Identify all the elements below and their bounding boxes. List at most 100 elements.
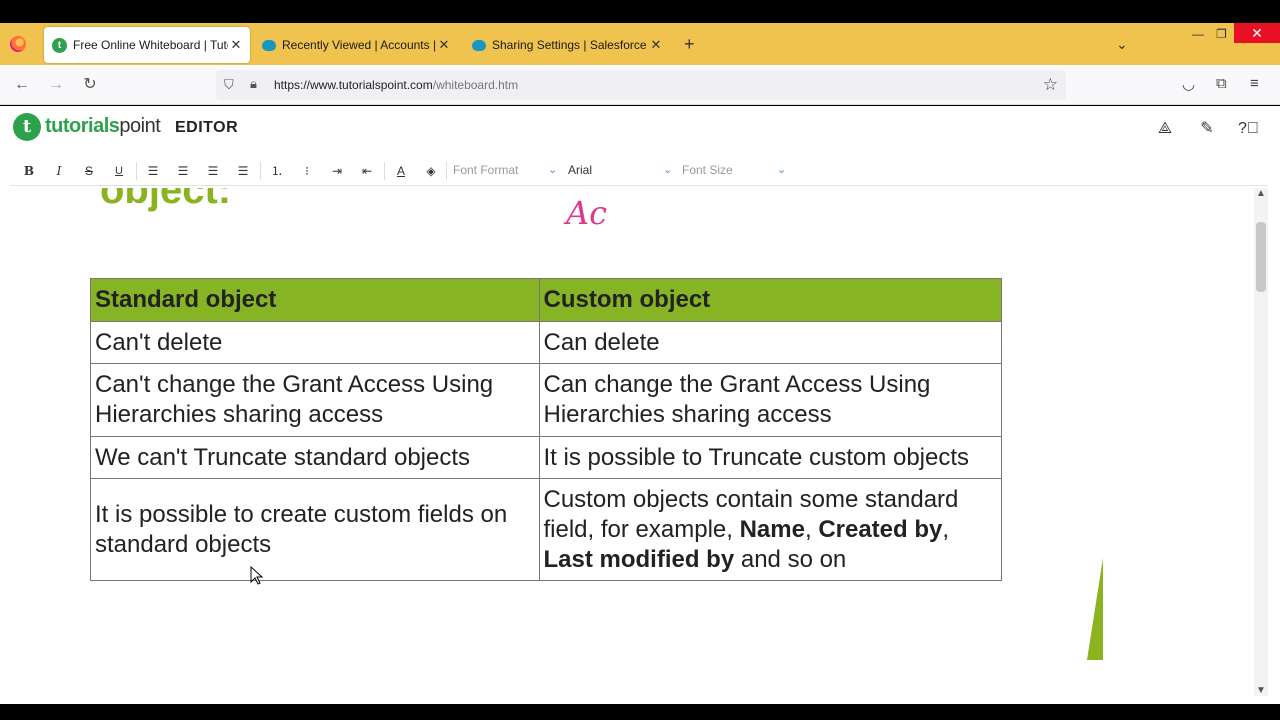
chevron-down-icon[interactable]: ⌄ [777,163,786,176]
url-path: /whiteboard.htm [432,78,519,92]
reload-icon[interactable]: ↻ [79,74,101,96]
editor-toolbar: B I S U ☰ ☰ ☰ ☰ ⒈ ⁝ ⇥ ⇤ A ◈ Font Format … [10,156,1268,186]
table-row: It is possible to create custom fields o… [90,478,1002,581]
cell-bold-text: Last modified by [543,545,735,573]
toolbar-divider [136,162,137,180]
handwritten-annotation: Ac [566,194,608,232]
pocket-icon[interactable]: ◡ [1182,75,1195,93]
column-header-custom: Custom object [538,278,1002,322]
indent-icon[interactable]: ⇥ [326,162,348,180]
tab-accounts[interactable]: Recently Viewed | Accounts | Sa ✕ [254,27,458,63]
cell-text: , [804,515,819,543]
lock-icon[interactable]: 🔒︎ [250,76,257,92]
align-center-icon[interactable]: ☰ [172,162,194,180]
mouse-cursor-icon [250,566,264,585]
extensions-icon[interactable]: ⧉ [1216,75,1227,92]
tab-whiteboard[interactable]: t Free Online Whiteboard | Tutori ✕ [44,27,250,63]
vertical-scrollbar[interactable]: ▲ ▼ [1254,188,1268,696]
partial-heading: object: [100,188,232,212]
tab-sharing-settings[interactable]: Sharing Settings | Salesforce ✕ [464,27,670,63]
green-shape [1087,558,1103,660]
page-title: EDITOR [175,119,239,136]
chevron-down-icon[interactable]: ⌄ [548,163,557,176]
align-left-icon[interactable]: ☰ [142,162,164,180]
edit-icon[interactable]: ✎ [1197,119,1217,139]
font-format-select[interactable]: Font Format [453,163,518,179]
help-icon[interactable]: ?⃞ [1238,119,1259,139]
font-family-select[interactable]: Arial [568,163,592,179]
logo-suffix: point [119,115,161,137]
table-row: We can't Truncate standard objects It is… [90,436,1002,479]
forward-arrow-icon[interactable]: → [45,74,67,96]
toolbar-divider [446,162,447,180]
tab-title: Sharing Settings | Salesforce [492,38,647,52]
bold-button[interactable]: B [18,162,40,180]
chevron-down-icon[interactable]: ⌄ [663,163,672,176]
table-cell: It is possible to create custom fields o… [90,478,540,581]
url-host: https://www.tutorialspoint.com [274,78,433,92]
web-page: t tutorialspoint EDITOR ⟁ ✎ ?⃞ B I S U ☰… [0,106,1280,704]
align-right-icon[interactable]: ☰ [202,162,224,180]
bookmark-star-icon[interactable]: ☆ [1043,75,1058,95]
navigation-bar: ← → ↻ ⛉ 🔒︎ https://www.tutorialspoint.co… [0,65,1280,105]
salesforce-icon [472,39,486,51]
browser-window: t Free Online Whiteboard | Tutori ✕ Rece… [0,0,1280,720]
table-cell: Can change the Grant Access Using Hierar… [538,363,1002,437]
italic-button[interactable]: I [48,162,70,180]
tab-title: Recently Viewed | Accounts | Sa [282,38,436,52]
table-cell: Can't change the Grant Access Using Hier… [90,363,540,437]
close-icon[interactable]: ✕ [436,37,452,53]
firefox-menu-icon[interactable] [10,36,26,52]
url-text[interactable]: https://www.tutorialspoint.com/whiteboar… [274,78,518,92]
list-all-tabs-chevron-icon[interactable]: ⌄ [1116,36,1128,53]
hamburger-menu-icon[interactable]: ≡ [1250,75,1259,92]
table-cell: We can't Truncate standard objects [90,436,540,479]
cell-text: and so on [734,545,847,573]
toolbar-divider [384,162,385,180]
logo-text[interactable]: tutorialspoint [45,115,161,138]
cell-bold-text: Created by [818,515,943,543]
table-row: Can't change the Grant Access Using Hier… [90,363,1002,437]
underline-button[interactable]: U [108,162,130,180]
shield-icon[interactable]: ⛉ [224,77,234,93]
table-cell: Custom objects contain some standard fie… [538,478,1002,581]
comparison-table: Standard object Custom object Can't dele… [90,278,1002,581]
outdent-icon[interactable]: ⇤ [356,162,378,180]
tab-strip: t Free Online Whiteboard | Tutori ✕ Rece… [0,23,1280,65]
logo-brand: tutorials [45,115,120,137]
tab-title: Free Online Whiteboard | Tutori [73,38,228,52]
scroll-up-icon[interactable]: ▲ [1256,188,1266,199]
table-cell: Can't delete [90,321,540,364]
table-row: Can't delete Can delete [90,321,1002,364]
restore-icon[interactable]: ❐ [1216,27,1227,43]
close-icon[interactable]: ✕ [648,37,664,53]
strikethrough-button[interactable]: S [78,162,100,180]
whiteboard-canvas[interactable]: object: Ac Standard object Custom object… [10,188,1254,696]
toolbar-divider [260,162,261,180]
scrollbar-thumb[interactable] [1256,222,1266,292]
background-color-icon[interactable]: ◈ [420,162,442,180]
back-arrow-icon[interactable]: ← [11,74,33,96]
ordered-list-icon[interactable]: ⒈ [266,162,288,180]
cell-text: , [942,515,950,543]
tutorialspoint-logo-icon[interactable]: t [13,113,41,141]
minimize-icon[interactable]: — [1192,27,1204,43]
app-header: t tutorialspoint EDITOR ⟁ ✎ ?⃞ [0,106,1280,152]
address-bar[interactable]: ⛉ 🔒︎ https://www.tutorialspoint.com/whit… [216,70,1066,100]
column-header-standard: Standard object [90,278,540,322]
shapes-icon[interactable]: ⟁ [1155,119,1175,139]
table-cell: It is possible to Truncate custom object… [538,436,1002,479]
table-cell: Can delete [538,321,1002,364]
align-justify-icon[interactable]: ☰ [232,162,254,180]
cell-bold-text: Name [739,515,805,543]
salesforce-icon [262,39,276,51]
new-tab-button[interactable]: + [684,35,695,53]
font-color-icon[interactable]: A [390,162,412,180]
unordered-list-icon[interactable]: ⁝ [296,162,318,180]
close-icon[interactable]: ✕ [228,37,244,53]
scroll-down-icon[interactable]: ▼ [1256,685,1266,696]
window-close-button[interactable]: ✕ [1234,23,1280,43]
table-header-row: Standard object Custom object [90,278,1002,322]
tutorialspoint-icon: t [52,37,67,53]
font-size-select[interactable]: Font Size [682,163,733,179]
